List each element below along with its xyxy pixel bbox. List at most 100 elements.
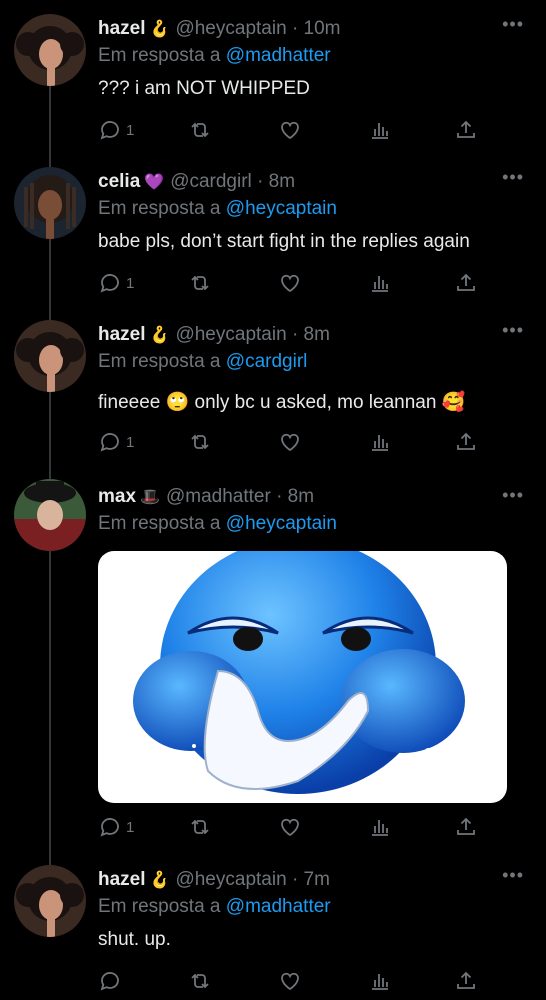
reply-icon <box>100 274 119 293</box>
retweet-button[interactable] <box>188 271 212 295</box>
tweet[interactable]: hazel 🪝 @heycaptain · 7m ••• Em resposta a… <box>0 851 546 1000</box>
laughing-emoji-image <box>133 551 465 794</box>
share-button[interactable] <box>454 118 478 142</box>
share-button[interactable] <box>454 969 478 993</box>
name-emoji: 🎩 <box>140 489 160 506</box>
display-name[interactable]: max <box>98 486 136 507</box>
tweet-text: shut. up. <box>98 929 171 950</box>
handle[interactable]: @cardgirl <box>170 171 252 192</box>
timestamp[interactable]: · 8m <box>257 171 295 192</box>
retweet-icon <box>191 122 209 138</box>
retweet-button[interactable] <box>188 430 212 454</box>
avatar[interactable] <box>14 167 86 239</box>
avatar[interactable] <box>14 14 86 86</box>
retweet-icon <box>191 275 209 291</box>
timestamp[interactable]: · 7m <box>292 869 330 890</box>
stats-button[interactable] <box>368 271 392 295</box>
more-icon[interactable]: ••• <box>502 865 524 886</box>
tweet[interactable]: hazel 🪝 @heycaptain · 10m ••• Em resposta … <box>0 0 546 160</box>
reply-count: 1 <box>126 433 135 451</box>
like-button[interactable] <box>278 271 302 295</box>
handle[interactable]: @madhatter <box>166 486 271 507</box>
stats-icon <box>372 974 388 990</box>
stats-button[interactable] <box>368 969 392 993</box>
avatar[interactable] <box>14 479 86 551</box>
action-bar: 1 <box>98 271 498 297</box>
timestamp[interactable]: · 8m <box>292 324 330 345</box>
reply-context: Em resposta a @heycaptain <box>98 198 337 220</box>
like-button[interactable] <box>278 430 302 454</box>
stats-button[interactable] <box>368 118 392 142</box>
tweet-text: fineeee 🙄 only bc u asked, mo leannan 🥰 <box>98 392 466 413</box>
reply-prefix: Em resposta a <box>98 45 221 66</box>
handle[interactable]: @heycaptain <box>175 18 286 39</box>
stats-icon <box>372 820 388 836</box>
tweet-text: ??? i am NOT WHIPPED <box>98 78 310 99</box>
reply-icon <box>100 433 119 452</box>
display-name[interactable]: hazel <box>98 869 146 890</box>
share-button[interactable] <box>454 430 478 454</box>
reply-button[interactable]: 1 <box>98 118 134 142</box>
stats-icon <box>372 276 388 292</box>
name-emoji: 🪝 <box>149 327 170 344</box>
mention-link[interactable]: @cardgirl <box>226 351 308 372</box>
name-emoji: 💜 <box>144 174 165 191</box>
mention-link[interactable]: @heycaptain <box>226 198 337 219</box>
name-emoji: 🪝 <box>149 872 170 889</box>
mention-link[interactable]: @heycaptain <box>226 513 337 534</box>
tweet[interactable]: celia 💜 @cardgirl · 8m ••• Em resposta a @… <box>0 153 546 313</box>
display-name[interactable]: hazel <box>98 324 146 345</box>
timestamp[interactable]: · 10m <box>292 18 341 39</box>
tweet-image[interactable] <box>98 551 507 803</box>
reply-icon <box>100 121 119 140</box>
avatar[interactable] <box>14 865 86 937</box>
tweet[interactable]: max 🎩 @madhatter · 8m ••• Em resposta a @h… <box>0 479 546 849</box>
heart-icon <box>281 818 299 837</box>
reply-prefix: Em resposta a <box>98 513 221 534</box>
more-icon[interactable]: ••• <box>502 485 524 506</box>
stats-icon <box>372 123 388 139</box>
action-bar: 1 <box>98 430 498 456</box>
mention-link[interactable]: @madhatter <box>226 45 331 66</box>
tweet-header: max 🎩 @madhatter · 8m <box>98 486 314 508</box>
share-icon <box>457 273 475 291</box>
more-icon[interactable]: ••• <box>502 14 524 35</box>
handle[interactable]: @heycaptain <box>175 324 286 345</box>
display-name[interactable]: hazel <box>98 18 146 39</box>
tweet-header: celia 💜 @cardgirl · 8m <box>98 171 295 193</box>
mention-link[interactable]: @madhatter <box>226 896 331 917</box>
share-icon <box>457 120 475 138</box>
retweet-icon <box>191 819 209 835</box>
tweet-text: babe pls, don’t start fight in the repli… <box>98 231 470 252</box>
reply-button[interactable] <box>98 969 126 993</box>
reply-prefix: Em resposta a <box>98 896 221 917</box>
reply-context: Em resposta a @madhatter <box>98 45 331 67</box>
more-icon[interactable]: ••• <box>502 320 524 341</box>
share-button[interactable] <box>454 815 478 839</box>
heart-icon <box>281 433 299 452</box>
retweet-icon <box>191 973 209 989</box>
like-button[interactable] <box>278 815 302 839</box>
retweet-button[interactable] <box>188 969 212 993</box>
share-button[interactable] <box>454 271 478 295</box>
timestamp[interactable]: · 8m <box>276 486 314 507</box>
reply-button[interactable]: 1 <box>98 430 134 454</box>
stats-icon <box>372 435 388 451</box>
tweet-header: hazel 🪝 @heycaptain · 7m <box>98 869 330 891</box>
retweet-button[interactable] <box>188 118 212 142</box>
stats-button[interactable] <box>368 815 392 839</box>
retweet-button[interactable] <box>188 815 212 839</box>
tweet[interactable]: hazel 🪝 @heycaptain · 8m ••• Em resposta a… <box>0 306 546 466</box>
tweet-header: hazel 🪝 @heycaptain · 10m <box>98 18 341 40</box>
reply-button[interactable]: 1 <box>98 271 134 295</box>
more-icon[interactable]: ••• <box>502 167 524 188</box>
like-button[interactable] <box>278 969 302 993</box>
handle[interactable]: @heycaptain <box>175 869 286 890</box>
reply-button[interactable]: 1 <box>98 815 134 839</box>
like-button[interactable] <box>278 118 302 142</box>
reply-count: 1 <box>126 818 135 836</box>
reply-count: 1 <box>126 121 135 139</box>
avatar[interactable] <box>14 320 86 392</box>
display-name[interactable]: celia <box>98 171 140 192</box>
stats-button[interactable] <box>368 430 392 454</box>
